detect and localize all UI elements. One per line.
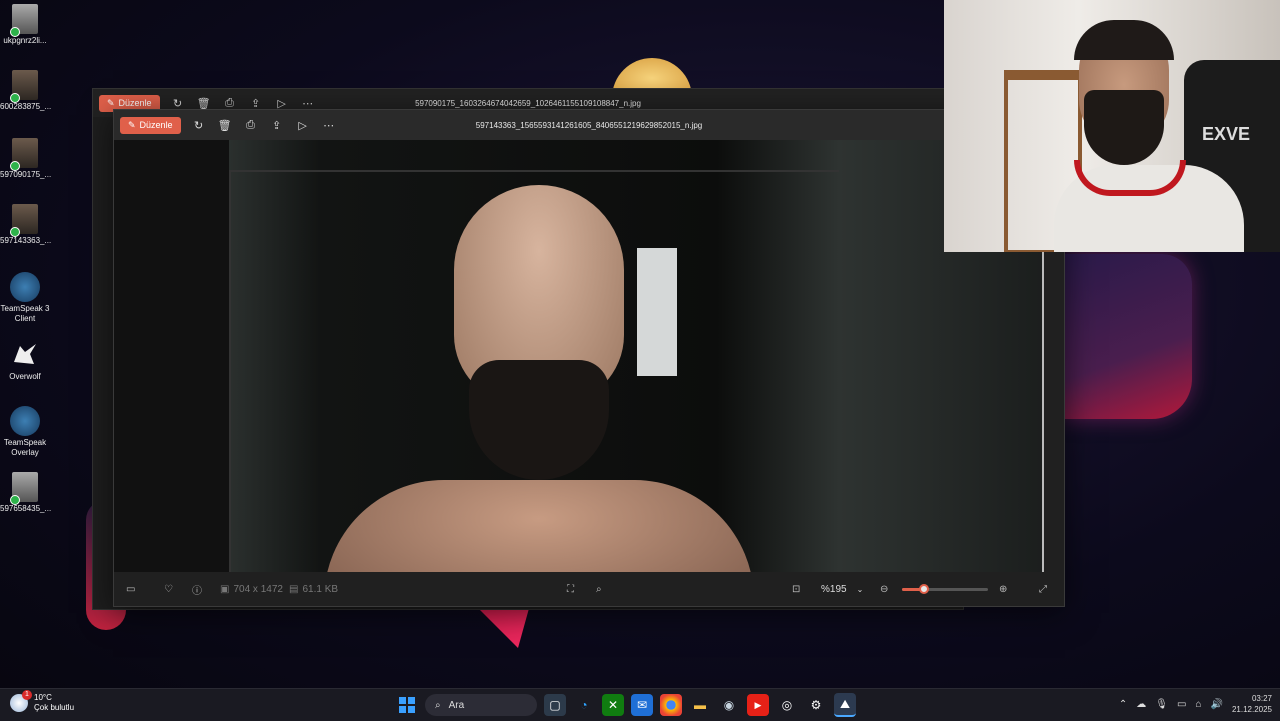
discord-icon[interactable]: ◎	[776, 694, 798, 716]
desktop-icon-label: Overwolf	[9, 372, 41, 381]
teamspeak-overlay-icon	[10, 406, 40, 436]
front-window-filename: 597143363_1565593141261605_8406551219629…	[475, 120, 703, 130]
weather-temp: 10°C	[34, 693, 52, 702]
filesize-text: 61.1 KB	[302, 583, 339, 595]
desktop-icon-file-3[interactable]: 597090175_...	[0, 138, 52, 180]
zoom-select[interactable]: %195 ⌄	[821, 584, 863, 595]
photo-file-icon	[10, 138, 38, 171]
taskbar-search[interactable]: ⌕ Ara	[425, 694, 537, 716]
clock-time: 03:27	[1251, 694, 1272, 703]
dimensions-text: 704 x 1472	[233, 583, 283, 595]
fullscreen-icon[interactable]: ⤢	[1039, 584, 1047, 595]
edit-icon: ✎	[107, 97, 115, 108]
system-tray: ⌃ ☁ 🎙 ▭ ⌂ 🔊 03:27 21.12.2025	[1119, 693, 1272, 715]
overwolf-icon	[12, 340, 38, 370]
search-icon: ⌕	[435, 699, 441, 711]
print-icon[interactable]: ⎙	[243, 117, 259, 133]
photos-window-front[interactable]: ✎ Düzenle ↻ 🗑 ⎙ ⇪ ▷ ⋯ 597143363_15655931…	[113, 109, 1065, 607]
weather-icon: 1	[10, 690, 32, 712]
clock[interactable]: 03:27 21.12.2025	[1232, 693, 1272, 715]
weather-widget[interactable]: 1 10°C Çok bulutlu	[10, 690, 75, 713]
desktop-icon-file-4[interactable]: 597143363_...	[0, 204, 52, 246]
edge-icon[interactable]: ◔	[573, 694, 595, 716]
task-view-icon[interactable]: ▢	[544, 694, 566, 716]
chevron-down-icon: ⌄	[856, 584, 864, 594]
taskbar: 1 10°C Çok bulutlu ⌕ Ara ▢ ◔ ✕ ✉ ▬ ◉ ▶ ◎…	[0, 688, 1280, 721]
zoom-value: %195	[821, 583, 847, 595]
windows-start-icon[interactable]	[396, 694, 418, 716]
search-placeholder: Ara	[448, 699, 465, 711]
desktop-icon-file-5[interactable]: 597658435_...	[0, 472, 52, 514]
desktop-icon-label: 600283875_...	[0, 102, 52, 111]
edit-icon: ✎	[128, 119, 136, 130]
desktop-icon-label: TeamSpeak 3 Client	[0, 304, 50, 323]
photo-file-icon	[10, 472, 38, 505]
desktop-icon-file-2[interactable]: 600283875_...	[0, 70, 52, 112]
photo-file-icon	[10, 4, 38, 37]
desktop-icon-label: ukpgnrz2li...	[3, 36, 47, 45]
microphone-icon[interactable]: 🎙	[1155, 699, 1168, 710]
chevron-up-icon[interactable]: ⌃	[1119, 699, 1127, 710]
visual-search-icon[interactable]: ⌕	[596, 584, 602, 595]
desktop-icon-label: 597090175_...	[0, 170, 52, 179]
youtube-icon[interactable]: ▶	[747, 694, 769, 716]
favorite-icon[interactable]: ♡	[164, 584, 173, 595]
desktop-icon-overwolf[interactable]: Overwolf	[0, 340, 50, 382]
settings-icon[interactable]: ⚙	[805, 694, 827, 716]
volume-icon[interactable]: 🔊	[1211, 699, 1223, 710]
teamspeak-icon	[10, 272, 40, 302]
edit-label: Düzenle	[139, 120, 173, 130]
zoom-in-icon[interactable]: ⊕	[999, 584, 1007, 595]
outlook-icon[interactable]: ✉	[631, 694, 653, 716]
file-size-icon: ▤	[289, 583, 299, 595]
fit-to-window-icon[interactable]: ⊡	[792, 584, 800, 595]
image-size-icon: ▣	[220, 583, 230, 595]
desktop-icon-file-1[interactable]: ukpgnrz2li...	[0, 4, 50, 46]
steam-icon[interactable]: ◉	[718, 694, 740, 716]
zoom-slider[interactable]	[902, 584, 988, 594]
file-size: ▤ 61.1 KB	[289, 584, 338, 595]
clock-date: 21.12.2025	[1231, 705, 1272, 714]
desktop-icon-teamspeak[interactable]: TeamSpeak 3 Client	[0, 272, 50, 324]
webcam-overlay: EXVE	[944, 0, 1280, 252]
edit-button[interactable]: ✎ Düzenle	[120, 116, 181, 134]
weather-desc: Çok bulutlu	[34, 703, 75, 712]
back-edit-label: Düzenle	[118, 98, 152, 108]
wallpaper-shape-right	[1062, 254, 1192, 419]
display-icon[interactable]: ▭	[1177, 699, 1186, 710]
taskbar-apps: ⌕ Ara ▢ ◔ ✕ ✉ ▬ ◉ ▶ ◎ ⚙ ⛰	[396, 693, 856, 717]
zoom-slider-handle[interactable]	[918, 584, 929, 594]
cloud-icon[interactable]: ☁	[1136, 699, 1146, 710]
weather-badge: 1	[22, 690, 32, 700]
zoom-out-icon[interactable]: ⊖	[880, 584, 888, 595]
image-viewer[interactable]	[114, 140, 1044, 572]
desktop-icon-label: TeamSpeak Overlay	[3, 438, 47, 457]
info-icon[interactable]: ⓘ	[192, 582, 202, 597]
photos-app-icon[interactable]: ⛰	[834, 693, 856, 717]
chair-logo: EXVE	[1202, 124, 1251, 144]
desktop-icon-label: 597658435_...	[0, 504, 52, 513]
front-window-toolbar: ✎ Düzenle ↻ 🗑 ⎙ ⇪ ▷ ⋯ 597143363_15655931…	[114, 110, 1064, 140]
desktop-icon-label: 597143363_...	[0, 236, 52, 245]
share-icon[interactable]: ⇪	[269, 117, 285, 133]
status-bar: ▭ ♡ ⓘ ▣ 704 x 1472 ▤ 61.1 KB ⛶ ⌕ ⊡ %195 …	[114, 572, 1064, 606]
back-window-filename: 597090175_1603264674042659_1026461155109…	[415, 98, 641, 108]
crop-view-icon[interactable]: ⛶	[567, 584, 574, 595]
displayed-photo	[229, 140, 843, 572]
desktop-icon-teamspeak-overlay[interactable]: TeamSpeak Overlay	[0, 406, 50, 458]
slideshow-icon[interactable]: ▷	[295, 117, 311, 133]
photo-file-icon	[10, 70, 38, 103]
photo-file-icon	[10, 204, 38, 237]
chrome-icon[interactable]	[660, 694, 682, 716]
rotate-icon[interactable]: ↻	[191, 117, 207, 133]
more-icon[interactable]: ⋯	[321, 117, 337, 133]
network-icon[interactable]: ⌂	[1195, 699, 1201, 710]
filmstrip-icon[interactable]: ▭	[126, 584, 135, 595]
image-dimensions: ▣ 704 x 1472	[220, 584, 283, 595]
xbox-icon[interactable]: ✕	[602, 694, 624, 716]
delete-icon[interactable]: 🗑	[217, 117, 233, 133]
file-explorer-icon[interactable]: ▬	[689, 694, 711, 716]
